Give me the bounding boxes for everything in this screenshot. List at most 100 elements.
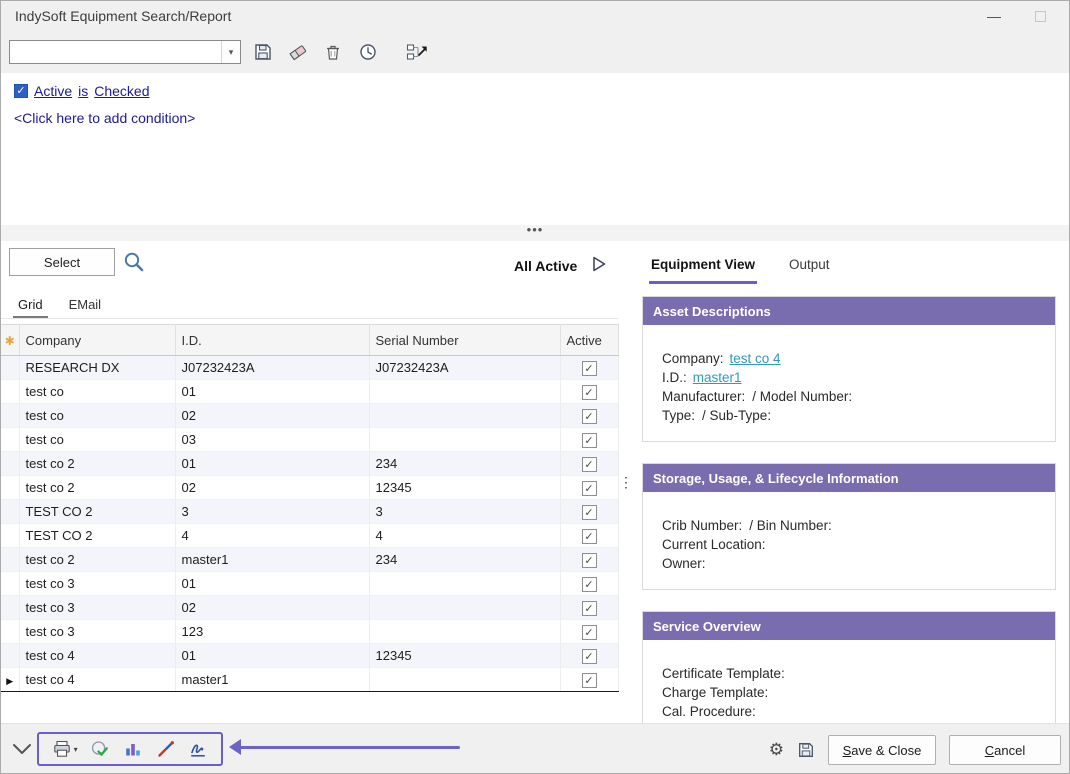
table-row[interactable]: test co 3 01 ✓ xyxy=(1,572,618,596)
equipment-search-window: IndySoft Equipment Search/Report — ▾ xyxy=(0,0,1070,774)
cell-serial: J07232423A xyxy=(369,356,560,380)
id-label: I.D.: xyxy=(662,370,687,385)
table-row[interactable]: test co 2 02 12345 ✓ xyxy=(1,476,618,500)
save-icon xyxy=(253,42,273,62)
col-header-id[interactable]: I.D. xyxy=(175,325,369,356)
tab-email[interactable]: EMail xyxy=(64,293,107,318)
filter-history-button[interactable] xyxy=(356,40,380,64)
window-controls: — xyxy=(971,1,1063,31)
minimize-button[interactable]: — xyxy=(971,1,1017,31)
table-row[interactable]: test co 2 master1 234 ✓ xyxy=(1,548,618,572)
condition-checkbox[interactable]: ✓ xyxy=(14,84,28,98)
delete-filter-button[interactable] xyxy=(321,40,345,64)
id-link[interactable]: master1 xyxy=(693,370,742,385)
active-checkbox[interactable]: ✓ xyxy=(582,625,597,640)
section-title: Asset Descriptions xyxy=(643,297,1055,325)
chevron-down-icon[interactable] xyxy=(11,739,33,759)
active-checkbox[interactable]: ✓ xyxy=(582,481,597,496)
print-button[interactable]: ▾ xyxy=(52,739,78,759)
design-report-icon xyxy=(156,739,176,759)
active-checkbox[interactable]: ✓ xyxy=(582,505,597,520)
section-title: Service Overview xyxy=(643,612,1055,640)
table-row[interactable]: test co 03 ✓ xyxy=(1,428,618,452)
active-checkbox[interactable]: ✓ xyxy=(582,649,597,664)
report-button[interactable] xyxy=(123,739,143,759)
horizontal-splitter[interactable]: ••• xyxy=(1,225,1069,241)
cell-company: RESEARCH DX xyxy=(19,356,175,380)
clear-filter-button[interactable] xyxy=(286,40,310,64)
save-layout-button[interactable] xyxy=(797,741,815,759)
cell-serial: 12345 xyxy=(369,476,560,500)
titlebar: IndySoft Equipment Search/Report — xyxy=(1,1,1069,31)
chevron-down-icon: ▾ xyxy=(229,47,234,58)
condition-field-link[interactable]: Active xyxy=(34,83,72,99)
minimize-icon: — xyxy=(987,8,1001,24)
cell-id: 3 xyxy=(175,500,369,524)
active-checkbox[interactable]: ✓ xyxy=(582,361,597,376)
tab-grid[interactable]: Grid xyxy=(13,293,48,318)
cell-id: 4 xyxy=(175,524,369,548)
table-row[interactable]: test co 2 01 234 ✓ xyxy=(1,452,618,476)
cancel-button[interactable]: Cancel xyxy=(949,735,1061,765)
table-row[interactable]: TEST CO 2 3 3 ✓ xyxy=(1,500,618,524)
table-row[interactable]: TEST CO 2 4 4 ✓ xyxy=(1,524,618,548)
table-row[interactable]: test co 01 ✓ xyxy=(1,380,618,404)
grid-corner-cell[interactable]: ✱ xyxy=(1,325,19,356)
search-icon[interactable] xyxy=(122,250,146,274)
annotation-arrow-head xyxy=(229,739,241,755)
active-checkbox[interactable]: ✓ xyxy=(582,553,597,568)
save-filter-button[interactable] xyxy=(251,40,275,64)
settings-button[interactable]: ⚙ xyxy=(769,740,784,760)
company-label: Company: xyxy=(662,351,724,366)
print-verify-button[interactable] xyxy=(90,739,110,759)
table-row[interactable]: RESEARCH DX J07232423A J07232423A ✓ xyxy=(1,356,618,380)
condition-operator-link[interactable]: is xyxy=(78,83,88,99)
cell-company: test co 3 xyxy=(19,620,175,644)
company-link[interactable]: test co 4 xyxy=(730,351,781,366)
row-indicator-cell xyxy=(1,356,19,380)
scope-label[interactable]: All Active xyxy=(514,258,577,274)
active-checkbox[interactable]: ✓ xyxy=(582,409,597,424)
col-header-active[interactable]: Active xyxy=(560,325,618,356)
signature-button[interactable] xyxy=(188,739,208,759)
cell-active: ✓ xyxy=(560,596,618,620)
table-row[interactable]: test co 3 02 ✓ xyxy=(1,596,618,620)
col-header-serial[interactable]: Serial Number xyxy=(369,325,560,356)
batch-update-button[interactable] xyxy=(405,40,429,64)
condition-value-link[interactable]: Checked xyxy=(94,83,149,99)
table-row[interactable]: ▶ test co 4 master1 ✓ xyxy=(1,668,618,692)
active-checkbox[interactable]: ✓ xyxy=(582,457,597,472)
design-report-button[interactable] xyxy=(156,739,176,759)
maximize-button[interactable] xyxy=(1017,1,1063,31)
owner-label: Owner: xyxy=(662,556,706,571)
check-icon: ✓ xyxy=(584,578,593,591)
active-checkbox[interactable]: ✓ xyxy=(582,385,597,400)
check-icon: ✓ xyxy=(584,506,593,519)
tab-output[interactable]: Output xyxy=(787,249,832,284)
active-checkbox[interactable]: ✓ xyxy=(582,433,597,448)
active-checkbox[interactable]: ✓ xyxy=(582,601,597,616)
active-checkbox[interactable]: ✓ xyxy=(582,529,597,544)
cell-id: 01 xyxy=(175,644,369,668)
combo-dropdown-button[interactable]: ▾ xyxy=(221,41,240,63)
vertical-splitter[interactable]: ⋮ xyxy=(621,241,631,723)
filter-preset-input[interactable] xyxy=(10,41,221,63)
table-row[interactable]: test co 3 123 ✓ xyxy=(1,620,618,644)
active-checkbox[interactable]: ✓ xyxy=(582,577,597,592)
table-row[interactable]: test co 02 ✓ xyxy=(1,404,618,428)
cell-company: TEST CO 2 xyxy=(19,500,175,524)
col-header-company[interactable]: Company xyxy=(19,325,175,356)
window-title: IndySoft Equipment Search/Report xyxy=(15,8,231,24)
section-asset-descriptions: Asset Descriptions Company: test co 4 I.D… xyxy=(642,296,1056,442)
results-tabstrip: Grid EMail xyxy=(1,293,618,319)
table-row[interactable]: test co 4 01 12345 ✓ xyxy=(1,644,618,668)
add-condition-link[interactable]: <Click here to add condition> xyxy=(14,110,195,126)
row-indicator-cell xyxy=(1,596,19,620)
run-search-icon[interactable] xyxy=(589,254,609,274)
equipment-grid: ✱ Company I.D. Serial Number Active RESE… xyxy=(1,324,619,692)
select-button[interactable]: Select xyxy=(9,248,115,276)
tab-equipment-view[interactable]: Equipment View xyxy=(649,249,757,284)
save-and-close-button[interactable]: Save & Close xyxy=(828,735,936,765)
active-checkbox[interactable]: ✓ xyxy=(582,673,597,688)
check-icon: ✓ xyxy=(584,362,593,375)
